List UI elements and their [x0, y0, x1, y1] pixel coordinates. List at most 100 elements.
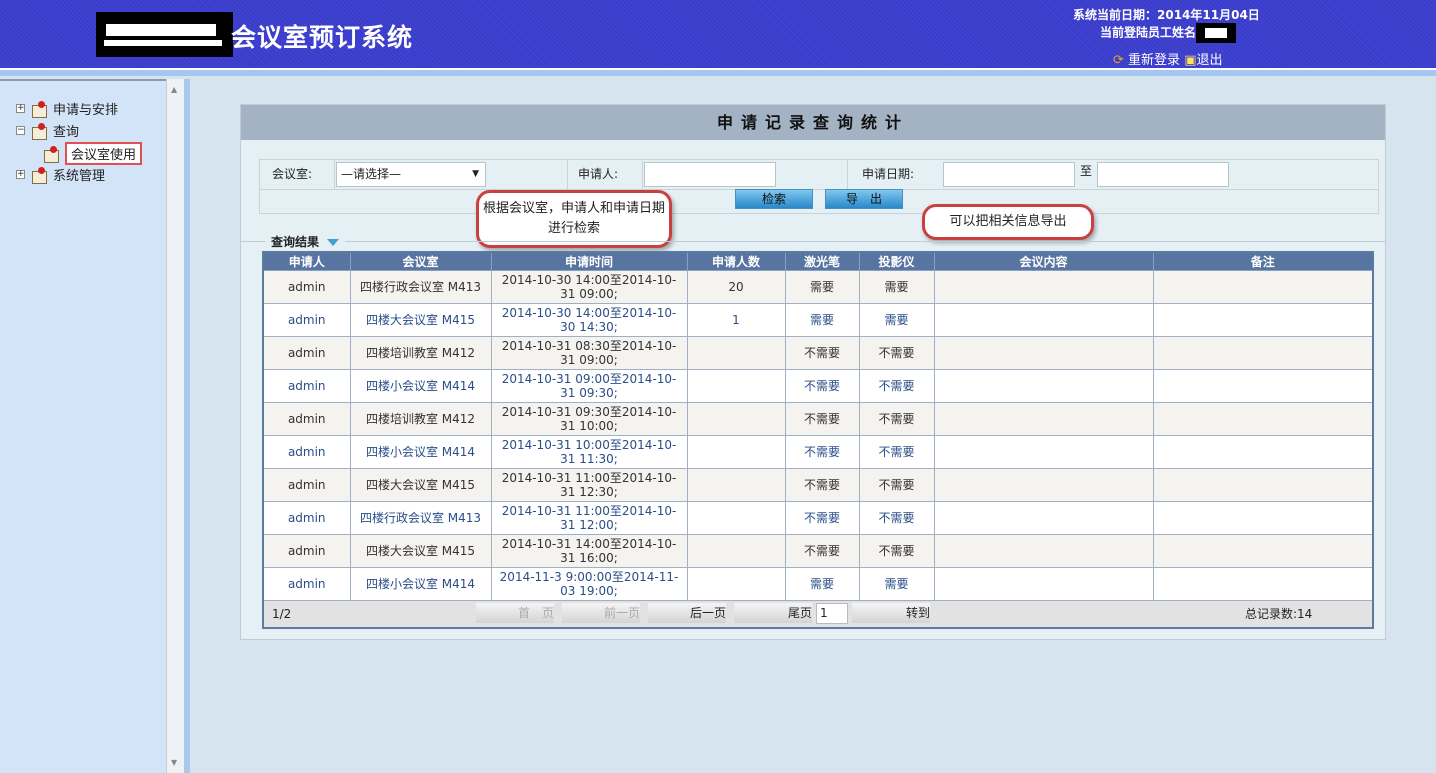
header-divider	[0, 68, 1436, 76]
folder-pin-icon	[30, 166, 48, 184]
sidebar-label: 会议室使用	[65, 142, 143, 165]
table-cell: 不需要	[858, 534, 935, 568]
table-cell: 不需要	[784, 435, 860, 469]
table-cell: admin	[262, 270, 351, 304]
sidebar-item-system[interactable]: + 系统管理	[16, 165, 105, 184]
folder-pin-icon	[30, 100, 48, 118]
table-cell: 不需要	[858, 369, 935, 403]
table-cell	[933, 402, 1154, 436]
sidebar: + 申请与安排 − 查询 会议室使用 + 系统管理	[0, 79, 166, 773]
search-button[interactable]: 检索	[735, 189, 813, 209]
expand-icon[interactable]: +	[16, 104, 25, 113]
first-page-button[interactable]: 首 页	[476, 603, 554, 624]
table-row[interactable]: admin 四楼小会议室 M414 2014-10-31 10:00至2014-10…	[262, 435, 1374, 469]
table-row[interactable]: admin 四楼行政会议室 M413 2014-10-30 14:00至2014-1…	[262, 270, 1374, 304]
table-cell: 1	[686, 303, 786, 337]
table-cell: 2014-10-31 11:00至2014-10-31 12:30;	[490, 468, 688, 502]
table-cell: admin	[262, 468, 351, 502]
prev-page-button[interactable]: 前一页	[562, 603, 640, 624]
table-cell	[933, 468, 1154, 502]
table-row[interactable]: admin 四楼培训教室 M412 2014-10-31 09:30至2014-10…	[262, 402, 1374, 436]
table-cell	[1152, 468, 1374, 502]
current-date: 系统当前日期：2014年11月04日	[1073, 8, 1260, 22]
search-callout: 根据会议室，申请人和申请日期进行检索	[476, 190, 672, 248]
table-cell: 四楼培训教室 M412	[349, 402, 492, 436]
table-cell: admin	[262, 435, 351, 469]
page-number-input[interactable]: 1	[816, 603, 848, 625]
table-cell: 20	[686, 270, 786, 304]
table-cell	[686, 402, 786, 436]
table-cell: 四楼大会议室 M415	[349, 468, 492, 502]
table-cell	[686, 336, 786, 370]
table-row[interactable]: admin 四楼行政会议室 M413 2014-10-31 11:00至2014-1…	[262, 501, 1374, 535]
sidebar-item-apply[interactable]: + 申请与安排	[16, 99, 118, 118]
table-cell: admin	[262, 369, 351, 403]
table-cell	[1152, 534, 1374, 568]
scroll-down-icon[interactable]: ▼	[171, 758, 177, 767]
table-row[interactable]: admin 四楼小会议室 M414 2014-11-3 9:00:00至2014-1…	[262, 567, 1374, 601]
sidebar-item-query[interactable]: − 查询	[16, 121, 79, 140]
table-cell	[686, 567, 786, 601]
table-cell	[1152, 501, 1374, 535]
column-header: 申请人数	[686, 251, 786, 271]
current-user: 当前登陆员工姓名	[1100, 23, 1237, 43]
table-cell: 四楼大会议室 M415	[349, 303, 492, 337]
results-table: 申请人 会议室 申请时间 申请人数 激光笔 投影仪 会议内容 备注 admin 四楼行政会议室 …	[262, 251, 1374, 629]
table-cell: 四楼小会议室 M414	[349, 369, 492, 403]
table-cell: 2014-10-31 10:00至2014-10-31 11:30;	[490, 435, 688, 469]
refresh-icon: ⟳	[1113, 53, 1124, 68]
export-callout: 可以把相关信息导出	[922, 204, 1094, 240]
page-indicator: 1/2	[263, 600, 350, 628]
column-header: 备注	[1152, 251, 1374, 271]
table-row[interactable]: admin 四楼大会议室 M415 2014-10-31 14:00至2014-10…	[262, 534, 1374, 568]
table-row[interactable]: admin 四楼小会议室 M414 2014-10-31 09:00至2014-10…	[262, 369, 1374, 403]
column-header: 会议室	[349, 251, 492, 271]
table-cell	[686, 468, 786, 502]
relogin-link[interactable]: 重新登录	[1128, 53, 1180, 68]
table-row[interactable]: admin 四楼大会议室 M415 2014-10-31 11:00至2014-10…	[262, 468, 1374, 502]
folder-pin-icon	[30, 122, 48, 140]
table-cell: 四楼行政会议室 M413	[349, 501, 492, 535]
next-page-button[interactable]: 后一页	[648, 603, 726, 624]
table-cell: 不需要	[858, 336, 935, 370]
table-row[interactable]: admin 四楼培训教室 M412 2014-10-31 08:30至2014-10…	[262, 336, 1374, 370]
table-cell: 不需要	[784, 534, 860, 568]
app-header: 会议室预订系统 系统当前日期：2014年11月04日 当前登陆员工姓名 ⟳ 重新…	[0, 0, 1436, 68]
date-to-input[interactable]	[1097, 162, 1229, 187]
table-cell	[933, 501, 1154, 535]
total-records: 总记录数:14	[1153, 600, 1373, 628]
table-cell: 不需要	[858, 468, 935, 502]
export-button[interactable]: 导 出	[825, 189, 903, 209]
column-header: 投影仪	[858, 251, 935, 271]
goto-button[interactable]: 转到	[852, 603, 930, 624]
table-cell: 2014-10-31 11:00至2014-10-31 12:00;	[490, 501, 688, 535]
date-from-input[interactable]	[943, 162, 1075, 187]
panel-title: 申请记录查询统计	[241, 105, 1385, 140]
table-cell	[933, 303, 1154, 337]
scroll-up-icon[interactable]: ▲	[171, 85, 177, 94]
to-label: 至	[1080, 164, 1093, 178]
table-cell	[933, 270, 1154, 304]
column-header: 申请时间	[490, 251, 688, 271]
table-cell	[686, 435, 786, 469]
pager: 1/2 首 页前一页 后一页 尾页 1 转到 总记录数:14	[263, 600, 1373, 628]
table-cell: 四楼小会议室 M414	[349, 567, 492, 601]
table-cell: 需要	[858, 303, 935, 337]
table-cell: 需要	[784, 303, 860, 337]
last-page-button[interactable]: 尾页	[734, 603, 812, 624]
table-row[interactable]: admin 四楼大会议室 M415 2014-10-30 14:00至2014-10…	[262, 303, 1374, 337]
sidebar-item-room-usage[interactable]: 会议室使用	[42, 142, 143, 165]
table-cell: admin	[262, 336, 351, 370]
logout-link[interactable]: 退出	[1197, 53, 1223, 68]
sidebar-scrollbar[interactable]: ▲ ▼	[166, 79, 184, 773]
search-form: 会议室: —请选择— ▼ 申请人: 申请日期: 至	[259, 159, 1379, 214]
sidebar-label: 系统管理	[53, 169, 106, 184]
table-cell: 不需要	[784, 468, 860, 502]
collapse-icon[interactable]: −	[16, 126, 25, 135]
expand-icon[interactable]: +	[16, 170, 25, 179]
table-cell: 不需要	[858, 435, 935, 469]
table-cell: 四楼培训教室 M412	[349, 336, 492, 370]
table-cell: 不需要	[858, 501, 935, 535]
dropdown-triangle-icon[interactable]	[327, 239, 340, 246]
table-cell	[933, 336, 1154, 370]
